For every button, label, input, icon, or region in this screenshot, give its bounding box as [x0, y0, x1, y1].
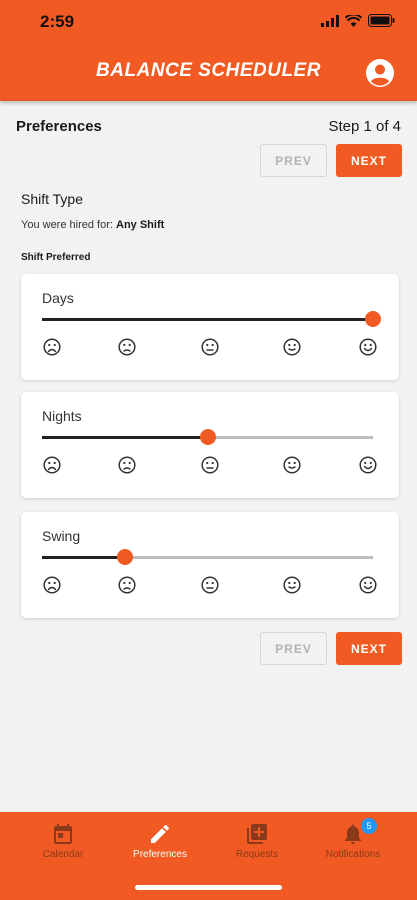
- app-title: BALANCE SCHEDULER: [96, 60, 321, 81]
- page-title: Preferences: [16, 118, 102, 135]
- slider-fill: [42, 556, 125, 559]
- signal-icon: [321, 14, 339, 27]
- shift-card-nights: Nights: [21, 392, 399, 498]
- satisfied-icon: [283, 338, 301, 356]
- dissatisfied-icon: [118, 456, 136, 474]
- hired-for-label: You were hired for:: [21, 219, 113, 231]
- tab-label: Notifications: [325, 849, 381, 860]
- tab-calendar[interactable]: Calendar: [13, 822, 113, 860]
- tab-label: Requests: [235, 849, 279, 860]
- preference-slider[interactable]: [42, 429, 373, 445]
- very-dissatisfied-icon: [43, 576, 61, 594]
- very-satisfied-icon: [359, 338, 377, 356]
- shift-label: Swing: [42, 528, 81, 544]
- prev-button-bottom[interactable]: PREV: [260, 632, 327, 665]
- slider-thumb[interactable]: [365, 311, 381, 327]
- dissatisfied-icon: [118, 576, 136, 594]
- edit-pencil-icon: [151, 824, 170, 843]
- app-header: 2:59 BALANCE SCHEDULER: [0, 0, 417, 101]
- slider-thumb[interactable]: [199, 429, 216, 445]
- very-satisfied-icon: [359, 456, 377, 474]
- status-icons: [321, 14, 395, 27]
- calendar-icon: [54, 824, 72, 844]
- neutral-icon: [201, 576, 219, 594]
- hired-for-text: You were hired for: Any Shift: [21, 219, 164, 231]
- dissatisfied-icon: [118, 338, 136, 356]
- step-indicator: Step 1 of 4: [328, 118, 401, 135]
- neutral-icon: [201, 456, 219, 474]
- notification-badge: 5: [361, 818, 377, 834]
- slider-fill: [42, 436, 208, 439]
- rating-faces: [21, 338, 399, 358]
- rating-faces: [21, 456, 399, 476]
- shift-card-days: Days: [21, 274, 399, 380]
- very-satisfied-icon: [359, 576, 377, 594]
- shift-label: Days: [42, 290, 74, 306]
- shift-label: Nights: [42, 408, 82, 424]
- battery-icon: [368, 14, 395, 27]
- tab-label: Calendar: [42, 849, 84, 860]
- rating-faces: [21, 576, 399, 596]
- very-dissatisfied-icon: [43, 456, 61, 474]
- preference-slider[interactable]: [42, 311, 381, 327]
- next-button[interactable]: NEXT: [336, 144, 402, 177]
- very-dissatisfied-icon: [43, 338, 61, 356]
- tab-label: Preferences: [133, 849, 187, 860]
- neutral-icon: [201, 338, 219, 356]
- tab-notifications[interactable]: 5 Notifications: [303, 818, 403, 860]
- wifi-icon: [345, 14, 362, 27]
- prev-button[interactable]: PREV: [260, 144, 327, 177]
- shift-preferred-label: Shift Preferred: [21, 252, 91, 263]
- home-indicator: [135, 885, 282, 890]
- account-circle-icon[interactable]: [365, 58, 395, 88]
- slider-thumb[interactable]: [116, 549, 133, 565]
- tab-requests[interactable]: Requests: [207, 822, 307, 860]
- shift-card-swing: Swing: [21, 512, 399, 618]
- next-button-bottom[interactable]: NEXT: [336, 632, 402, 665]
- preference-slider[interactable]: [42, 549, 373, 565]
- satisfied-icon: [283, 456, 301, 474]
- tab-preferences[interactable]: Preferences: [110, 822, 210, 860]
- status-time: 2:59: [40, 12, 75, 31]
- hired-for-value: Any Shift: [116, 219, 165, 231]
- satisfied-icon: [283, 576, 301, 594]
- section-title: Shift Type: [21, 191, 84, 207]
- add-box-icon: [247, 824, 267, 844]
- slider-fill: [42, 318, 373, 321]
